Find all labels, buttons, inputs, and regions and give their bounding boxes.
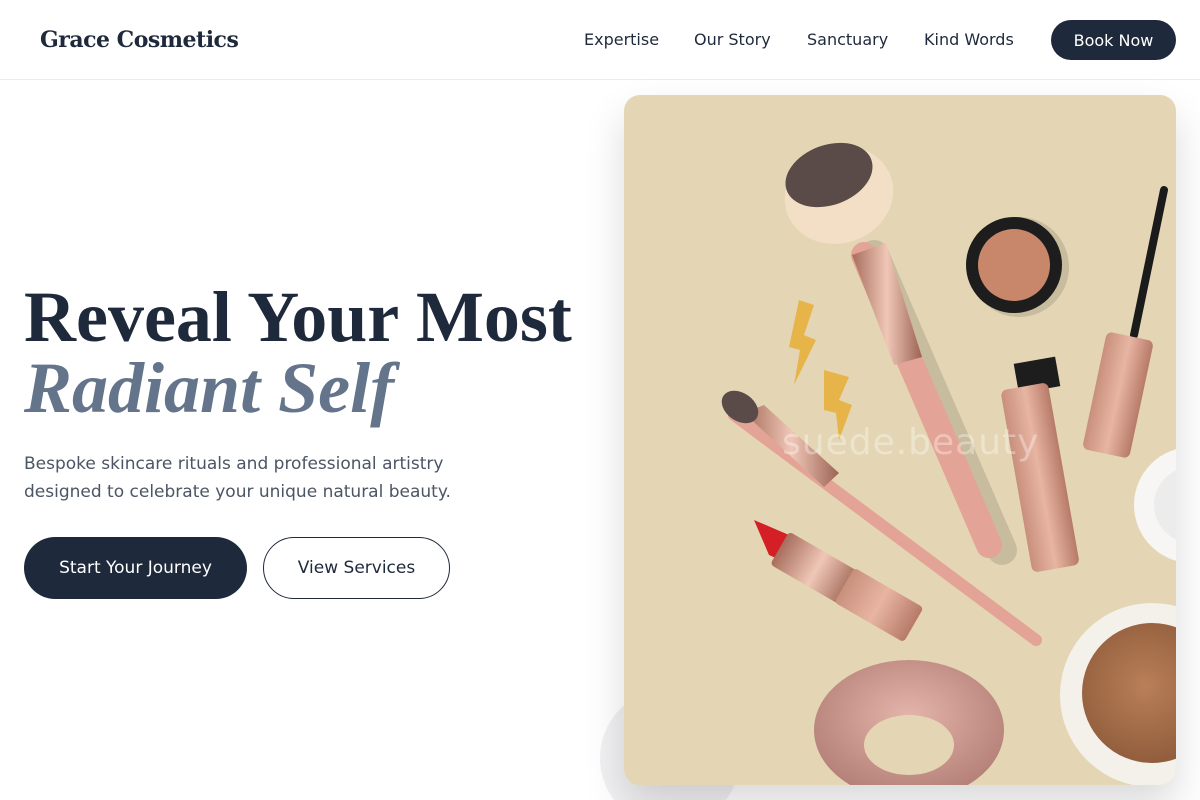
velvet-scrunchie	[814, 660, 1004, 785]
nav-link-kind-words[interactable]: Kind Words	[924, 30, 1014, 50]
brand-logo[interactable]: Grace Cosmetics	[40, 27, 239, 53]
nav-link-sanctuary[interactable]: Sanctuary	[807, 30, 888, 50]
cream-compact	[966, 217, 1069, 317]
hero-subtitle: Bespoke skincare rituals and professiona…	[24, 450, 494, 506]
image-watermark: suede.beauty	[782, 422, 1040, 463]
start-journey-button[interactable]: Start Your Journey	[24, 537, 247, 599]
hero-image: suede.beauty	[624, 95, 1176, 785]
bronzer-compact	[1060, 603, 1176, 785]
nav-link-expertise[interactable]: Expertise	[584, 30, 659, 50]
hero-title-line-2: Radiant Self	[24, 348, 395, 428]
hero-subtitle-line-1: Bespoke skincare rituals and professiona…	[24, 454, 444, 474]
lightning-earrings	[789, 300, 852, 440]
book-now-button[interactable]: Book Now	[1051, 20, 1176, 60]
view-services-button[interactable]: View Services	[263, 537, 450, 599]
mascara	[1083, 186, 1168, 458]
nav-link-our-story[interactable]: Our Story	[694, 30, 771, 50]
site-header: Grace Cosmetics Expertise Our Story Sanc…	[0, 0, 1200, 80]
hero-subtitle-line-2: designed to celebrate your unique natura…	[24, 482, 451, 502]
hero-title-line-1: Reveal Your Most	[24, 277, 572, 357]
white-compact	[1134, 449, 1176, 561]
